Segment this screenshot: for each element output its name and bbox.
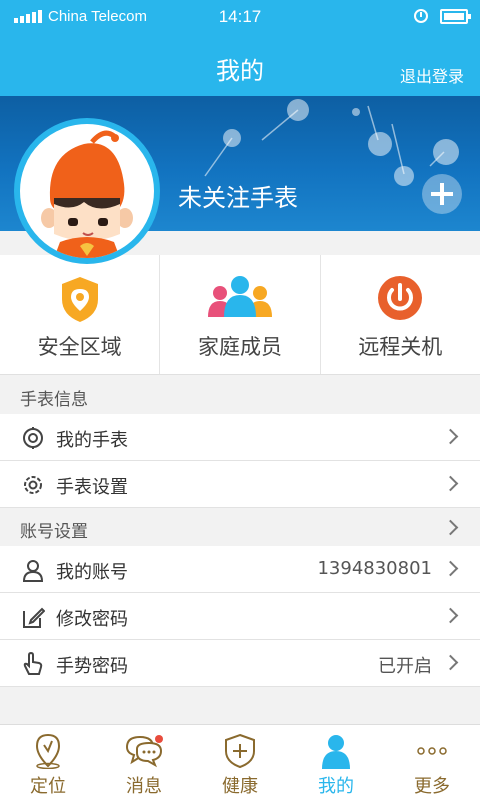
- hand-pointer-icon: [23, 652, 43, 675]
- gear-icon: [24, 476, 42, 494]
- watch-info-header: 手表信息: [0, 376, 480, 414]
- cartoon-avatar-icon: [41, 130, 133, 258]
- tab-mine[interactable]: 我的: [288, 725, 384, 800]
- tab-label: 更多: [414, 776, 450, 797]
- bottom-tab-bar: 定位 消息 健康 我的 更多: [0, 724, 480, 800]
- logout-button[interactable]: 退出登录: [400, 63, 464, 87]
- watch-icon: [23, 427, 43, 449]
- edit-icon: [23, 607, 45, 628]
- safe-zone-button[interactable]: 安全区域: [0, 255, 161, 374]
- alarm-icon: [414, 9, 428, 23]
- person-icon: [322, 735, 350, 769]
- chevron-right-icon: [442, 519, 459, 536]
- tab-label: 我的: [318, 776, 354, 797]
- row-label: 我的账号: [56, 562, 128, 583]
- health-shield-icon: [225, 733, 255, 769]
- row-label: 修改密码: [56, 609, 128, 630]
- title-bar: 我的 退出登录: [0, 34, 480, 96]
- add-watch-button[interactable]: [422, 174, 462, 214]
- gesture-password-row[interactable]: 手势密码 已开启: [0, 640, 480, 687]
- my-account-row[interactable]: 我的账号 1394830801: [0, 546, 480, 593]
- gesture-status: 已开启: [378, 656, 432, 677]
- chevron-right-icon: [442, 654, 459, 671]
- shield-pin-icon: [61, 277, 98, 322]
- tab-messages[interactable]: 消息: [96, 725, 192, 800]
- battery-icon: [440, 9, 471, 24]
- chevron-right-icon: [442, 428, 459, 445]
- my-watch-row[interactable]: 我的手表: [0, 414, 480, 461]
- section-title: 手表信息: [20, 390, 88, 410]
- row-label: 我的手表: [56, 430, 128, 451]
- chevron-right-icon: [442, 560, 459, 577]
- tab-label: 健康: [222, 776, 258, 797]
- chevron-right-icon: [442, 607, 459, 624]
- tab-location[interactable]: 定位: [0, 725, 96, 800]
- watch-status-text: 未关注手表: [178, 184, 298, 212]
- account-settings-header[interactable]: 账号设置: [0, 508, 480, 546]
- tab-label: 定位: [30, 776, 66, 797]
- status-bar: China Telecom 14:17: [0, 0, 480, 34]
- safe-zone-label: 安全区域: [37, 335, 122, 359]
- family-members-label: 家庭成员: [197, 335, 282, 359]
- remote-shutdown-button[interactable]: 远程关机: [321, 255, 480, 374]
- family-members-icon: [207, 276, 272, 317]
- clock: 14:17: [218, 7, 262, 26]
- tab-label: 消息: [126, 776, 162, 797]
- unread-badge: [155, 735, 163, 743]
- row-label: 手表设置: [56, 477, 128, 498]
- power-icon: [378, 276, 423, 320]
- family-members-button[interactable]: 家庭成员: [160, 255, 321, 374]
- tab-health[interactable]: 健康: [192, 725, 288, 800]
- quick-actions: 安全区域 家庭成员 远程关机: [0, 255, 480, 375]
- location-icon: [35, 733, 61, 769]
- watch-settings-row[interactable]: 手表设置: [0, 461, 480, 508]
- more-dots-icon: [417, 747, 447, 755]
- account-number: 1394830801: [317, 558, 432, 579]
- tab-more[interactable]: 更多: [384, 725, 480, 800]
- person-icon: [22, 560, 44, 582]
- section-title: 账号设置: [20, 522, 88, 542]
- avatar[interactable]: [14, 118, 160, 264]
- remote-shutdown-label: 远程关机: [358, 335, 443, 359]
- chevron-right-icon: [442, 475, 459, 492]
- change-password-row[interactable]: 修改密码: [0, 593, 480, 640]
- chat-icon: [125, 735, 163, 768]
- row-label: 手势密码: [56, 656, 128, 677]
